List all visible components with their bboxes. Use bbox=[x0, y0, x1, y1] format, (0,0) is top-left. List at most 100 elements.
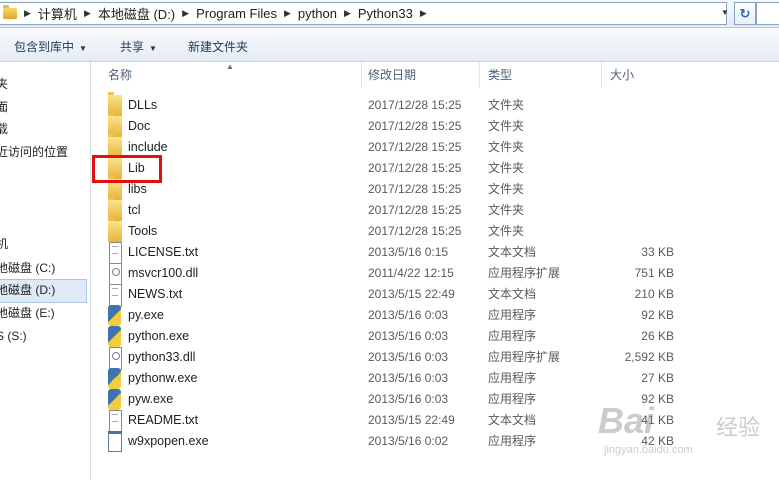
address-history-dropdown-icon[interactable]: ▼ bbox=[718, 3, 732, 22]
address-bar-region: ▶ 计算机 ▶ 本地磁盘 (D:) ▶ Program Files ▶ pyth… bbox=[0, 0, 779, 28]
file-size bbox=[592, 116, 674, 137]
column-header-row: 名称 ▲ 修改日期 类型 大小 bbox=[92, 62, 779, 88]
breadcrumb-python33[interactable]: Python33 bbox=[358, 6, 413, 21]
file-date: 2013/5/16 0:15 bbox=[368, 245, 449, 259]
text-file-icon bbox=[109, 410, 122, 433]
file-row[interactable]: pythonw.exe 2013/5/16 0:03 应用程序 27 KB bbox=[92, 368, 692, 389]
file-type: 应用程序扩展 bbox=[488, 266, 561, 280]
annotation-highlight-box bbox=[92, 155, 162, 183]
address-bar[interactable]: ▶ 计算机 ▶ 本地磁盘 (D:) ▶ Program Files ▶ pyth… bbox=[0, 2, 727, 25]
file-name: tcl bbox=[128, 203, 141, 217]
breadcrumb-separator-icon[interactable]: ▶ bbox=[420, 8, 427, 19]
file-row[interactable]: include 2017/12/28 15:25 文件夹 bbox=[92, 134, 692, 158]
exe-file-icon bbox=[108, 431, 122, 452]
refresh-icon[interactable]: ↻ bbox=[734, 2, 756, 25]
file-size bbox=[592, 95, 674, 116]
file-date: 2013/5/16 0:03 bbox=[368, 392, 449, 406]
file-row[interactable]: libs 2017/12/28 15:25 文件夹 bbox=[92, 176, 692, 200]
file-row[interactable]: Tools 2017/12/28 15:25 文件夹 bbox=[92, 218, 692, 242]
file-type: 文件夹 bbox=[488, 203, 525, 217]
file-date: 2013/5/16 0:03 bbox=[368, 350, 449, 364]
file-name: LICENSE.txt bbox=[128, 245, 199, 259]
file-size: 2,592 KB bbox=[624, 350, 674, 364]
nav-item-drive-e[interactable]: 地磁盘 (E:) bbox=[0, 303, 55, 323]
file-name: msvcr100.dll bbox=[128, 266, 199, 280]
file-date: 2011/4/22 12:15 bbox=[368, 266, 454, 280]
breadcrumb-python[interactable]: python bbox=[298, 6, 337, 21]
file-name: Tools bbox=[128, 224, 158, 238]
column-header-date[interactable]: 修改日期 bbox=[360, 62, 480, 88]
text-file-icon bbox=[109, 242, 122, 265]
dll-file-icon bbox=[109, 347, 122, 370]
nav-item-desktop[interactable]: 面 bbox=[0, 97, 8, 117]
file-date: 2017/12/28 15:25 bbox=[368, 119, 462, 133]
nav-item-drive-c[interactable]: 地磁盘 (C:) bbox=[0, 258, 55, 278]
file-size: 33 KB bbox=[641, 245, 674, 259]
file-row[interactable]: DLLs 2017/12/28 15:25 文件夹 bbox=[92, 92, 692, 116]
column-header-type[interactable]: 类型 bbox=[480, 62, 602, 88]
file-type: 文件夹 bbox=[488, 98, 525, 112]
breadcrumb-drive-d[interactable]: 本地磁盘 (D:) bbox=[98, 4, 175, 23]
file-size: 210 KB bbox=[634, 287, 674, 301]
breadcrumb-separator-icon[interactable]: ▶ bbox=[344, 8, 351, 19]
column-header-size[interactable]: 大小 bbox=[602, 62, 682, 88]
dll-file-icon bbox=[109, 263, 122, 286]
file-date: 2017/12/28 15:25 bbox=[368, 140, 462, 154]
file-row[interactable]: LICENSE.txt 2013/5/16 0:15 文本文档 33 KB bbox=[92, 242, 692, 265]
file-row[interactable]: Doc 2017/12/28 15:25 文件夹 bbox=[92, 113, 692, 137]
file-name: pyw.exe bbox=[128, 392, 174, 406]
file-row[interactable]: py.exe 2013/5/16 0:03 应用程序 92 KB bbox=[92, 305, 692, 326]
search-input[interactable] bbox=[756, 2, 779, 25]
file-name: DLLs bbox=[128, 98, 158, 112]
breadcrumb-separator-icon[interactable]: ▶ bbox=[84, 8, 91, 19]
baidu-jingyan-watermark: Bai 经验 jingyan.baidu.com bbox=[598, 400, 768, 460]
breadcrumb-program-files[interactable]: Program Files bbox=[196, 6, 277, 21]
nav-item-downloads[interactable]: 载 bbox=[0, 119, 8, 139]
file-row[interactable]: tcl 2017/12/28 15:25 文件夹 bbox=[92, 197, 692, 221]
file-type: 应用程序 bbox=[488, 434, 537, 448]
watermark-cn: 经验 bbox=[716, 415, 761, 440]
watermark-brand: Bai bbox=[598, 400, 655, 441]
file-row[interactable]: NEWS.txt 2013/5/15 22:49 文本文档 210 KB bbox=[92, 284, 692, 307]
file-row[interactable]: msvcr100.dll 2011/4/22 12:15 应用程序扩展 751 KB bbox=[92, 263, 692, 286]
folder-icon bbox=[3, 5, 17, 19]
file-name: README.txt bbox=[128, 413, 199, 427]
file-name: pythonw.exe bbox=[128, 371, 198, 385]
file-date: 2013/5/16 0:03 bbox=[368, 371, 449, 385]
breadcrumb-computer[interactable]: 计算机 bbox=[38, 4, 77, 23]
file-type: 文件夹 bbox=[488, 224, 525, 238]
breadcrumb-separator-icon[interactable]: ▶ bbox=[182, 8, 189, 19]
nav-item-recent-places[interactable]: 近访问的位置 bbox=[0, 142, 68, 162]
file-date: 2017/12/28 15:25 bbox=[368, 161, 462, 175]
file-size: 751 KB bbox=[634, 266, 674, 280]
file-type: 文件夹 bbox=[488, 140, 525, 154]
file-size bbox=[592, 158, 674, 179]
file-name: NEWS.txt bbox=[128, 287, 183, 301]
new-folder-button[interactable]: 新建文件夹 bbox=[188, 38, 248, 55]
file-name: Doc bbox=[128, 119, 151, 133]
file-size bbox=[592, 179, 674, 200]
include-in-library-button[interactable]: 包含到库中 ▼ bbox=[14, 38, 87, 55]
breadcrumb-separator-icon[interactable]: ▶ bbox=[284, 8, 291, 19]
breadcrumb-separator-icon[interactable]: ▶ bbox=[24, 8, 31, 19]
nav-item-favorites[interactable]: 夹 bbox=[0, 74, 8, 94]
chevron-down-icon: ▼ bbox=[79, 44, 87, 53]
file-date: 2013/5/15 22:49 bbox=[368, 413, 455, 427]
nav-item-drive-s[interactable]: S (S:) bbox=[0, 326, 27, 346]
sort-ascending-icon: ▲ bbox=[226, 62, 234, 71]
share-button[interactable]: 共享 ▼ bbox=[120, 38, 157, 55]
file-row[interactable]: Lib 2017/12/28 15:25 文件夹 bbox=[92, 155, 692, 179]
file-date: 2013/5/16 0:03 bbox=[368, 329, 449, 343]
python-icon bbox=[108, 326, 121, 347]
nav-item-drive-d[interactable]: 地磁盘 (D:) bbox=[0, 280, 55, 300]
file-size bbox=[592, 221, 674, 242]
file-row[interactable]: python.exe 2013/5/16 0:03 应用程序 26 KB bbox=[92, 326, 692, 347]
file-date: 2017/12/28 15:25 bbox=[368, 224, 462, 238]
file-date: 2013/5/16 0:02 bbox=[368, 434, 449, 448]
file-type: 文件夹 bbox=[488, 119, 525, 133]
file-name: python.exe bbox=[128, 329, 190, 343]
text-file-icon bbox=[109, 284, 122, 307]
nav-item-computer[interactable]: 机 bbox=[0, 234, 8, 254]
file-row[interactable]: python33.dll 2013/5/16 0:03 应用程序扩展 2,592 KB bbox=[92, 347, 692, 370]
file-size: 27 KB bbox=[641, 371, 674, 385]
